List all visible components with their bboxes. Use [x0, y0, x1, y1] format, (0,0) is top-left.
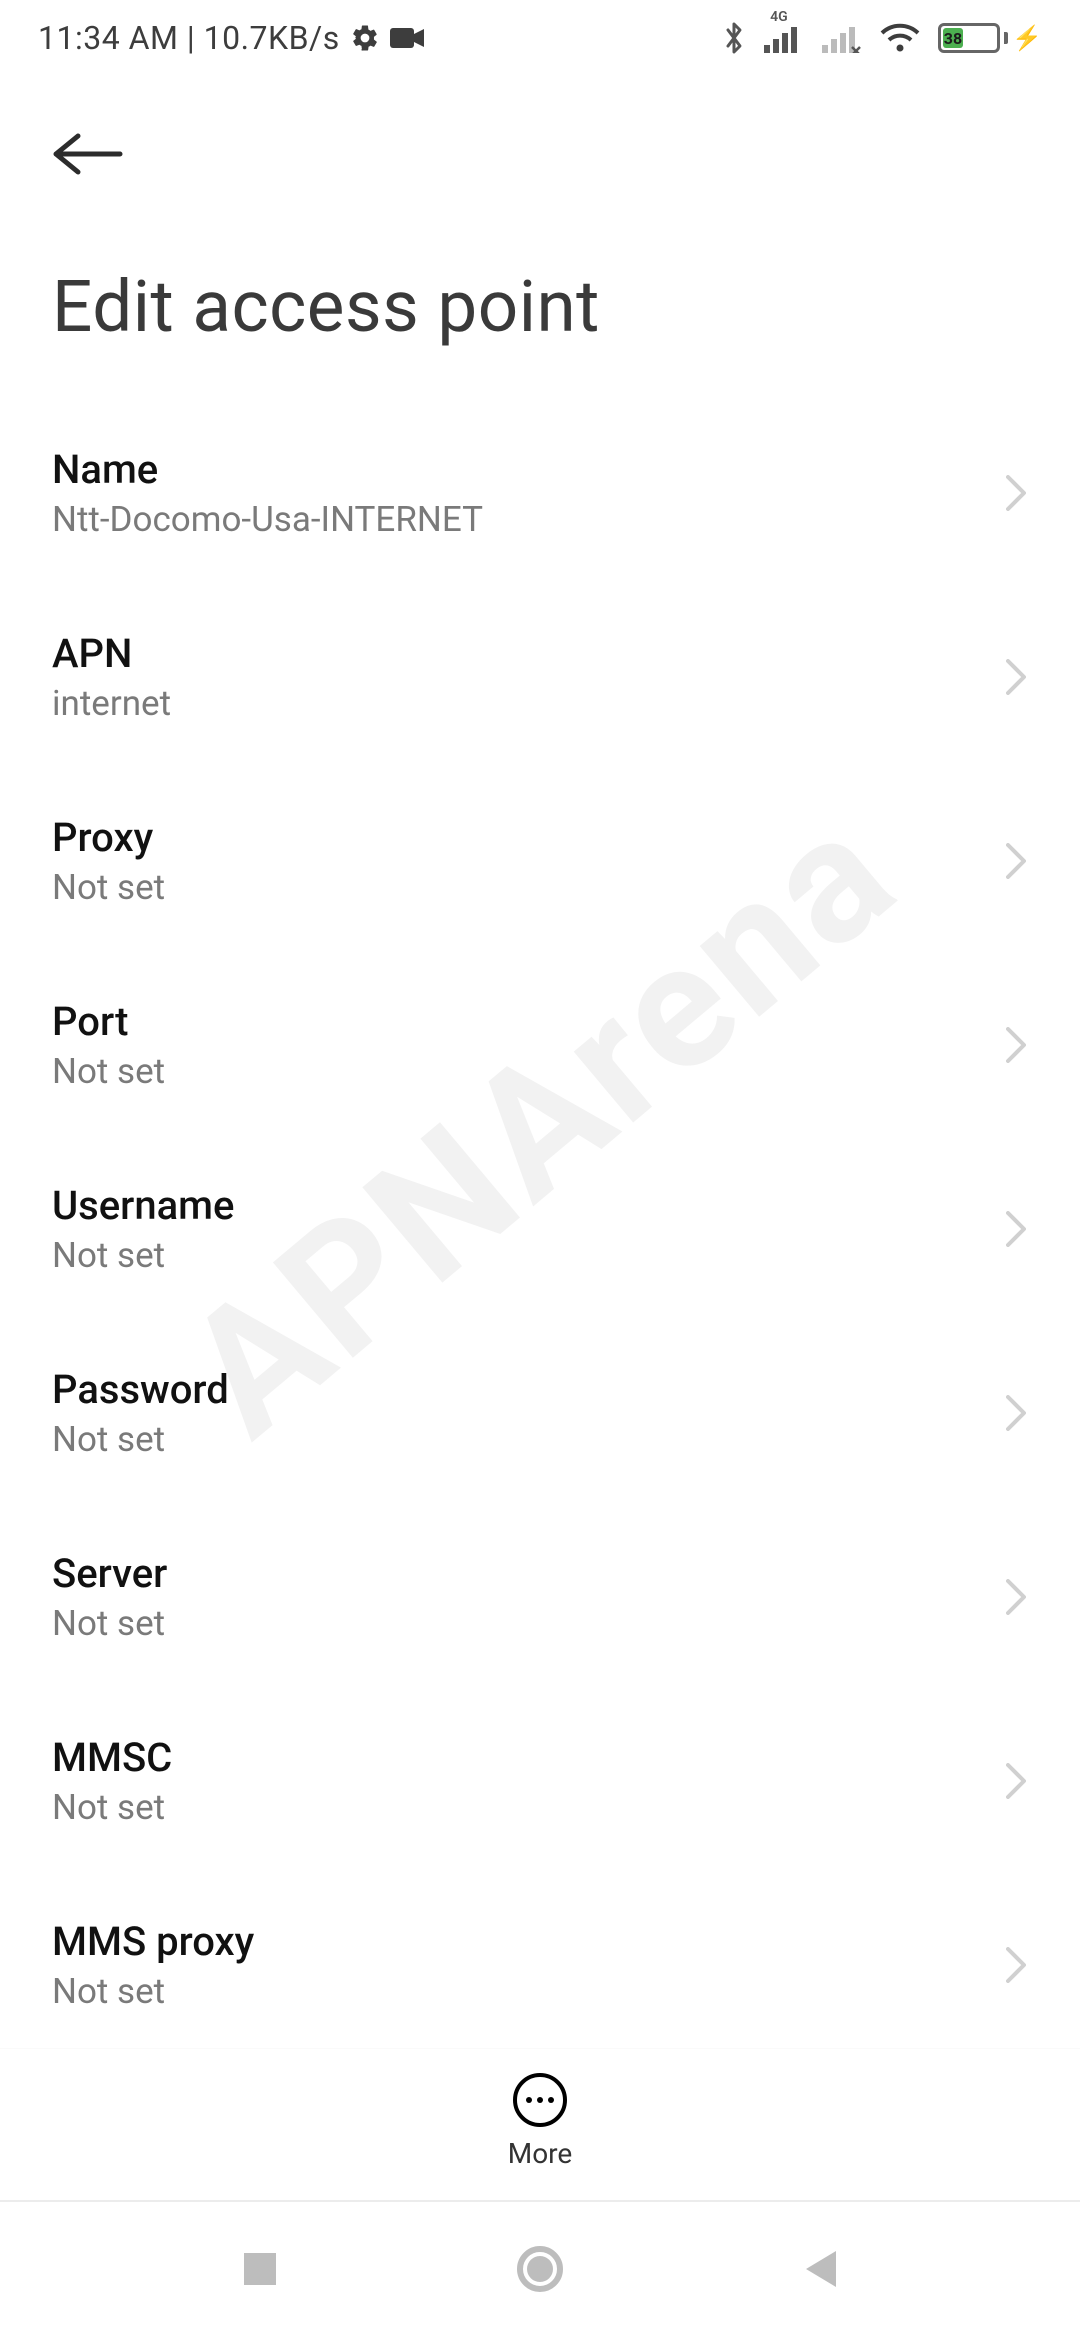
more-horizontal-icon	[513, 2073, 567, 2127]
chevron-right-icon	[1004, 1209, 1028, 1249]
status-bar: 11:34 AM | 10.7KB/s 4G 38 ⚡	[0, 0, 1080, 76]
chevron-right-icon	[1004, 841, 1028, 881]
status-time: 11:34 AM | 10.7KB/s	[38, 19, 340, 57]
setting-label: MMSC	[52, 1734, 1004, 1781]
setting-label: Name	[52, 446, 1004, 493]
gear-icon	[350, 23, 380, 53]
arrow-left-icon	[52, 132, 124, 180]
video-camera-icon	[390, 25, 426, 51]
signal-no-sim-icon	[822, 23, 862, 53]
setting-row-proxy[interactable]: Proxy Not set	[0, 769, 1080, 953]
nav-home-button[interactable]	[500, 2231, 580, 2311]
setting-value: Ntt-Docomo-Usa-INTERNET	[52, 499, 1004, 540]
square-icon	[242, 2251, 278, 2291]
setting-value: Not set	[52, 1051, 1004, 1092]
more-button[interactable]: More	[0, 2048, 1080, 2200]
battery-percent: 38	[944, 29, 962, 48]
setting-value: Not set	[52, 1419, 1004, 1460]
chevron-right-icon	[1004, 1761, 1028, 1801]
signal-label: 4G	[770, 9, 788, 25]
charging-icon: ⚡	[1012, 24, 1042, 52]
status-clock: 11:34 AM	[38, 19, 178, 57]
setting-value: Not set	[52, 1603, 1004, 1644]
setting-label: APN	[52, 630, 1004, 677]
bluetooth-icon	[722, 21, 746, 55]
setting-row-mms-proxy[interactable]: MMS proxy Not set	[0, 1873, 1080, 2057]
status-left: 11:34 AM | 10.7KB/s	[38, 19, 426, 57]
setting-label: Username	[52, 1182, 1004, 1229]
settings-list: Name Ntt-Docomo-Usa-INTERNET APN interne…	[0, 389, 1080, 2057]
chevron-right-icon	[1004, 1393, 1028, 1433]
page-title: Edit access point	[0, 196, 1080, 389]
setting-row-mmsc[interactable]: MMSC Not set	[0, 1689, 1080, 1873]
status-right: 4G 38 ⚡	[722, 21, 1042, 55]
signal-4g-icon: 4G	[764, 23, 804, 53]
chevron-right-icon	[1004, 473, 1028, 513]
setting-row-port[interactable]: Port Not set	[0, 953, 1080, 1137]
chevron-right-icon	[1004, 1577, 1028, 1617]
setting-row-name[interactable]: Name Ntt-Docomo-Usa-INTERNET	[0, 401, 1080, 585]
setting-value: Not set	[52, 1787, 1004, 1828]
system-nav-bar	[0, 2200, 1080, 2340]
nav-back-button[interactable]	[780, 2231, 860, 2311]
header	[0, 76, 1080, 196]
status-separator: |	[187, 19, 195, 57]
setting-label: Proxy	[52, 814, 1004, 861]
setting-row-password[interactable]: Password Not set	[0, 1321, 1080, 1505]
triangle-left-icon	[802, 2249, 838, 2293]
setting-label: Port	[52, 998, 1004, 1045]
setting-label: MMS proxy	[52, 1918, 1004, 1965]
chevron-right-icon	[1004, 657, 1028, 697]
chevron-right-icon	[1004, 1945, 1028, 1985]
status-netspeed: 10.7KB/s	[204, 19, 340, 57]
setting-label: Password	[52, 1366, 1004, 1413]
battery-indicator: 38 ⚡	[938, 23, 1042, 53]
nav-recents-button[interactable]	[220, 2231, 300, 2311]
setting-row-server[interactable]: Server Not set	[0, 1505, 1080, 1689]
chevron-right-icon	[1004, 1025, 1028, 1065]
setting-row-username[interactable]: Username Not set	[0, 1137, 1080, 1321]
setting-value: Not set	[52, 1235, 1004, 1276]
setting-row-apn[interactable]: APN internet	[0, 585, 1080, 769]
back-button[interactable]	[52, 116, 132, 196]
setting-value: Not set	[52, 1971, 1004, 2012]
circle-icon	[516, 2245, 564, 2297]
wifi-icon	[880, 23, 920, 53]
setting-value: internet	[52, 683, 1004, 724]
more-label: More	[508, 2137, 573, 2170]
setting-label: Server	[52, 1550, 1004, 1597]
setting-value: Not set	[52, 867, 1004, 908]
